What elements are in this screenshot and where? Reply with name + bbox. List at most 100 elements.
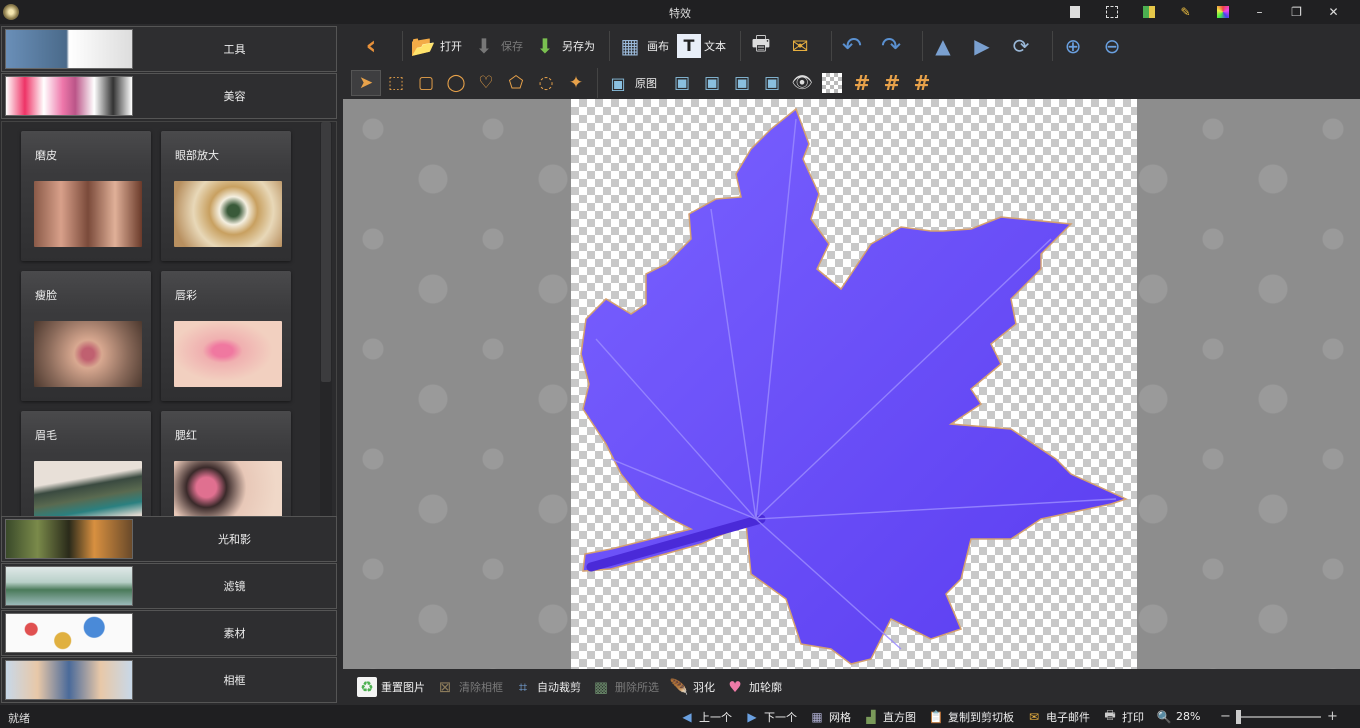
zoom-slider[interactable] xyxy=(1236,709,1322,724)
title-bar-controls: ✎ – ❐ ✕ xyxy=(1056,3,1352,21)
section-frames[interactable]: 相框 xyxy=(1,657,337,703)
undo-button[interactable]: ↶ xyxy=(838,28,869,64)
polygon-select-tool[interactable]: ⬠ xyxy=(501,70,531,96)
email-status-button[interactable]: ✉ 电子邮件 xyxy=(1026,709,1090,725)
flip-vertical-button[interactable]: ▲ xyxy=(929,28,960,64)
zoom-in-button[interactable]: ⊕ xyxy=(1059,28,1090,64)
add-outline-button[interactable]: ♥ 加轮廓 xyxy=(725,677,782,697)
section-materials[interactable]: 素材 xyxy=(1,610,337,656)
feather-button[interactable]: 🪶 羽化 xyxy=(669,677,715,697)
section-tools[interactable]: 工具 xyxy=(1,26,337,72)
tile-image xyxy=(34,321,142,387)
zoom-in-icon: ⊕ xyxy=(1064,33,1082,58)
status-actions: ◀ 上一个 ▶ 下一个 ▦ 网格 ▟ 直方图 📋 复制到剪切板 ✉ 电子邮件 🖶 打印 🔍 28… xyxy=(679,707,1339,726)
palette-icon[interactable] xyxy=(1204,3,1241,21)
redo-button[interactable]: ↷ xyxy=(877,28,908,64)
open-label: 打开 xyxy=(440,39,462,53)
tile-lip-color[interactable]: 唇彩 xyxy=(161,271,291,401)
next-button[interactable]: ▶ 下一个 xyxy=(744,709,797,725)
auto-crop-label: 自动裁剪 xyxy=(537,681,581,694)
fullscreen-icon[interactable] xyxy=(1093,3,1130,21)
clear-frame-icon: ⊠ xyxy=(438,678,452,696)
print-button[interactable]: 🖶 xyxy=(747,28,778,64)
effect-tool-3[interactable]: ▣ xyxy=(727,70,757,96)
reset-label: 重置图片 xyxy=(381,681,425,694)
layout-icon[interactable] xyxy=(1130,3,1167,21)
back-button[interactable]: ‹ xyxy=(357,28,388,64)
image-effect-icon: ▣ xyxy=(733,73,751,93)
tile-label: 瘦脸 xyxy=(35,289,57,302)
feather-label: 羽化 xyxy=(693,681,715,694)
open-button[interactable]: 📂 打开 xyxy=(409,28,462,64)
section-light-shadow[interactable]: 光和影 xyxy=(1,516,337,562)
section-beauty[interactable]: 美容 xyxy=(1,73,337,119)
canvas-icon: ▦ xyxy=(620,33,640,58)
delete-selection-icon: ▩ xyxy=(593,678,609,696)
heart-select-icon: ♡ xyxy=(478,73,494,93)
brush-icon[interactable]: ✎ xyxy=(1167,3,1204,21)
email-label: 电子邮件 xyxy=(1046,710,1090,724)
canvas-button[interactable]: ▦ 画布 xyxy=(616,28,669,64)
toolbar-divider xyxy=(1052,30,1053,61)
rect-select-tool[interactable]: ⬚ xyxy=(381,70,411,96)
grid-tool-2[interactable]: # xyxy=(877,70,907,96)
close-icon[interactable]: ✕ xyxy=(1315,3,1352,21)
scrollbar-thumb[interactable] xyxy=(321,122,331,382)
effect-tool-2[interactable]: ▣ xyxy=(697,70,727,96)
original-button[interactable]: ▣ 原图 xyxy=(604,65,657,101)
grid-tool-1[interactable]: # xyxy=(847,70,877,96)
tile-eye-enlarge[interactable]: 眼部放大 xyxy=(161,131,291,261)
rotate-button[interactable]: ⟳ xyxy=(1007,28,1038,64)
transparency-tool[interactable] xyxy=(817,70,847,96)
save-as-button[interactable]: ⬇ 另存为 xyxy=(531,28,595,64)
previous-button[interactable]: ◀ 上一个 xyxy=(679,709,732,725)
tiles-scrollbar[interactable] xyxy=(320,122,332,517)
copy-clipboard-button[interactable]: 📋 复制到剪切板 xyxy=(928,709,1014,725)
delete-selection-button[interactable]: ▩ 删除所选 xyxy=(591,677,659,697)
rounded-rect-select-tool[interactable]: ▢ xyxy=(411,70,441,96)
grid-label: 网格 xyxy=(829,710,851,724)
save-button[interactable]: ⬇ 保存 xyxy=(470,28,523,64)
histogram-icon: ▟ xyxy=(866,709,876,724)
printer-icon: 🖶 xyxy=(751,30,771,55)
print-status-button[interactable]: 🖶 打印 xyxy=(1102,708,1144,725)
restore-icon[interactable]: ❐ xyxy=(1278,3,1315,21)
heart-select-tool[interactable]: ♡ xyxy=(471,70,501,96)
tile-label: 磨皮 xyxy=(35,149,57,162)
tile-face-slim[interactable]: 瘦脸 xyxy=(21,271,151,401)
tile-image xyxy=(174,181,282,247)
undo-icon: ↶ xyxy=(841,31,863,60)
effect-tool-1[interactable]: ▣ xyxy=(667,70,697,96)
document-icon[interactable] xyxy=(1056,3,1093,21)
delete-selection-label: 删除所选 xyxy=(615,681,659,694)
flip-horizontal-button[interactable]: ▶ xyxy=(968,28,999,64)
magic-wand-tool[interactable]: ✦ xyxy=(561,70,591,96)
auto-crop-button[interactable]: ⌗ 自动裁剪 xyxy=(513,677,581,697)
zoom-slider-handle[interactable] xyxy=(1236,709,1242,724)
crop-icon: ⌗ xyxy=(518,678,528,696)
zoom-plus-icon[interactable]: + xyxy=(1325,709,1339,724)
arrow-left-icon: ◀ xyxy=(682,709,692,724)
tile-skin-smooth[interactable]: 磨皮 xyxy=(21,131,151,261)
email-button[interactable]: ✉ xyxy=(786,28,817,64)
reset-image-button[interactable]: ♻ 重置图片 xyxy=(357,677,425,697)
red-eye-tool[interactable]: 👁 xyxy=(787,70,817,96)
transparent-image-area[interactable] xyxy=(571,99,1137,669)
effect-tool-4[interactable]: ▣ xyxy=(757,70,787,96)
clear-frame-button[interactable]: ⊠ 清除相框 xyxy=(435,677,503,697)
section-filters[interactable]: 滤镜 xyxy=(1,563,337,609)
histogram-button[interactable]: ▟ 直方图 xyxy=(863,709,916,725)
zoom-minus-icon[interactable]: − xyxy=(1218,709,1232,724)
grid-tool-3[interactable]: # xyxy=(907,70,937,96)
lasso-tool[interactable]: ◌ xyxy=(531,70,561,96)
pointer-tool[interactable]: ➤ xyxy=(351,70,381,96)
zoom-out-button[interactable]: ⊖ xyxy=(1098,28,1129,64)
text-button[interactable]: T 文本 xyxy=(677,28,726,64)
grid-button[interactable]: ▦ 网格 xyxy=(809,709,851,725)
save-label: 保存 xyxy=(501,39,523,53)
pointer-icon: ➤ xyxy=(358,73,374,93)
ellipse-select-tool[interactable]: ◯ xyxy=(441,70,471,96)
minimize-icon[interactable]: – xyxy=(1241,3,1278,21)
canvas-label: 画布 xyxy=(647,39,669,53)
image-canvas[interactable] xyxy=(343,99,1360,669)
